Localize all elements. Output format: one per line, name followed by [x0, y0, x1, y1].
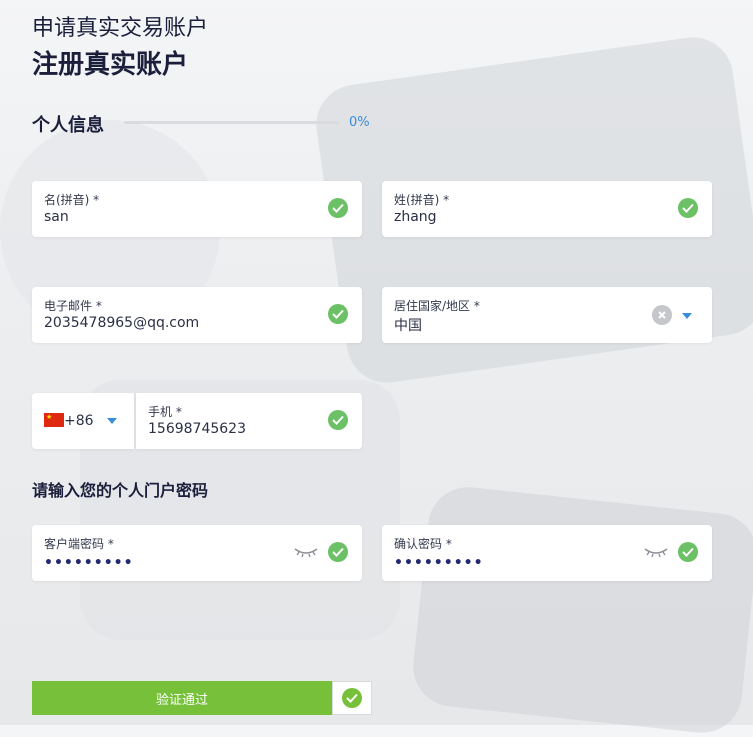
- phone-country-code-select[interactable]: ★ +86: [32, 393, 134, 449]
- page-subtitle: 申请真实交易账户: [32, 16, 209, 41]
- last-name-value[interactable]: zhang: [394, 209, 437, 225]
- chevron-down-icon[interactable]: [107, 418, 117, 424]
- china-flag-icon: ★: [44, 413, 64, 427]
- last-name-label: 姓(拼音) *: [394, 193, 450, 207]
- check-icon: [328, 410, 348, 430]
- phone-label: 手机 *: [148, 405, 182, 419]
- password-section-heading: 请输入您的个人门户密码: [32, 481, 209, 500]
- registration-form: 申请真实交易账户 注册真实账户 个人信息 0% 名(拼音) * san 姓(拼音…: [0, 0, 753, 725]
- client-password-value[interactable]: •••••••••: [44, 555, 134, 571]
- page-title: 注册真实账户: [32, 50, 189, 80]
- check-icon: [678, 542, 698, 562]
- check-icon: [328, 198, 348, 218]
- country-value[interactable]: 中国: [394, 315, 422, 335]
- email-field[interactable]: 电子邮件 * 2035478965@qq.com: [32, 287, 362, 343]
- last-name-field[interactable]: 姓(拼音) * zhang: [382, 181, 712, 237]
- verification-status: [332, 681, 372, 715]
- first-name-field[interactable]: 名(拼音) * san: [32, 181, 362, 237]
- personal-info-heading: 个人信息: [32, 115, 104, 136]
- phone-field[interactable]: 手机 * 15698745623: [136, 393, 362, 449]
- client-password-field[interactable]: 客户端密码 * •••••••••: [32, 525, 362, 581]
- clear-icon[interactable]: [652, 305, 672, 325]
- confirm-password-field[interactable]: 确认密码 * •••••••••: [382, 525, 712, 581]
- check-icon: [328, 304, 348, 324]
- country-select[interactable]: 居住国家/地区 * 中国: [382, 287, 712, 343]
- first-name-label: 名(拼音) *: [44, 193, 100, 207]
- chevron-down-icon[interactable]: [682, 313, 692, 319]
- eye-closed-icon[interactable]: [293, 545, 319, 559]
- client-password-label: 客户端密码 *: [44, 537, 114, 551]
- phone-country-code: +86: [64, 413, 94, 429]
- eye-closed-icon[interactable]: [643, 545, 669, 559]
- progress-percent: 0%: [349, 115, 370, 130]
- email-label: 电子邮件 *: [44, 299, 102, 313]
- email-value[interactable]: 2035478965@qq.com: [44, 315, 199, 331]
- country-label: 居住国家/地区 *: [394, 299, 480, 313]
- confirm-password-value[interactable]: •••••••••: [394, 555, 484, 571]
- check-icon: [328, 542, 348, 562]
- progress-bar: [124, 121, 339, 124]
- phone-value[interactable]: 15698745623: [148, 421, 246, 437]
- check-icon: [678, 198, 698, 218]
- check-icon: [342, 688, 362, 708]
- confirm-password-label: 确认密码 *: [394, 537, 452, 551]
- first-name-value[interactable]: san: [44, 209, 69, 225]
- verify-submit-button[interactable]: 验证通过: [32, 681, 332, 715]
